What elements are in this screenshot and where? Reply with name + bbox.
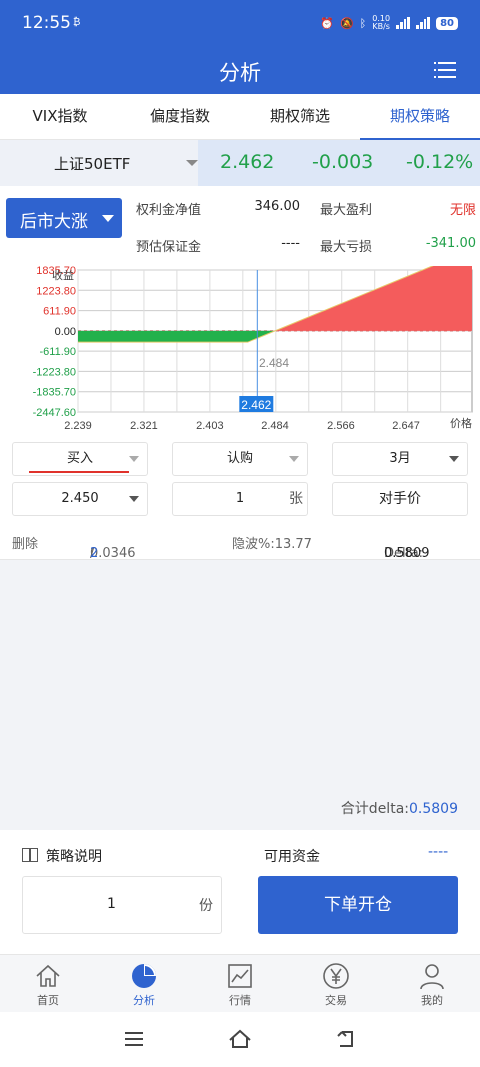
quantity-unit: 张 [289, 491, 303, 507]
y-tick-label: -2447.60 [33, 407, 76, 419]
y-tick-label: 1223.80 [36, 285, 76, 297]
leg-detail-row: 删除 0.0346/2 隐波%:13.77 Delta: 0.5809 [0, 520, 480, 561]
home-icon [36, 964, 60, 987]
price-mode-button[interactable]: 对手价 [332, 482, 468, 516]
nav-analysis[interactable]: 分析 [96, 955, 192, 1012]
underlying-quote: 上证50ETF 2.462 -0.003 -0.12% [0, 140, 480, 186]
x-axis-label: 价格 [450, 416, 472, 430]
caret-down-icon [449, 456, 459, 462]
margin-label: 预估保证金 [136, 240, 202, 255]
x-tick-label: 2.484 [261, 420, 289, 432]
signal-icon [396, 17, 411, 29]
strike-select[interactable]: 2.450 [12, 482, 148, 516]
nav-trade[interactable]: 交易 [288, 955, 384, 1012]
caret-down-icon [186, 160, 198, 166]
side-underline [29, 471, 129, 473]
direction-select[interactable]: 后市大涨 [6, 198, 122, 238]
alarm-icon: ⏰ [320, 16, 334, 30]
network-speed: 0.10 KB/s [372, 14, 391, 31]
caret-down-icon [129, 496, 139, 502]
option-type-select[interactable]: 认购 [172, 442, 308, 476]
status-time: 12:55 [22, 13, 71, 33]
strategy-info: 后市大涨 权利金净值 346.00 预估保证金 ---- 最大盈利 无限 最大亏… [0, 186, 480, 266]
book-icon [22, 848, 38, 862]
funds-label: 可用资金 [264, 849, 320, 865]
y-tick-label: 611.90 [43, 306, 76, 318]
status-icons: ⏰ 🔕 ᛒ 0.10 KB/s 80 [320, 15, 458, 31]
payoff-chart: 1835.70 1223.80 611.90 0.00 -611.90 -1223.80-… [0, 266, 480, 436]
x-tick-label: 2.403 [196, 420, 224, 432]
underlying-name: 上证50ETF [54, 155, 131, 173]
system-nav [0, 1012, 480, 1067]
caret-down-icon [129, 456, 139, 462]
caret-down-icon [102, 215, 114, 222]
y-tick-label: -611.90 [40, 346, 77, 358]
underlying-selector[interactable]: 上证50ETF [0, 140, 198, 186]
x-tick-label: 2.321 [130, 420, 158, 432]
quote-change-pct: -0.12% [406, 151, 474, 173]
x-tick-label: 2.647 [392, 420, 420, 432]
nav-market[interactable]: 行情 [192, 955, 288, 1012]
y-tick-label: 0.00 [55, 326, 76, 338]
y-tick-label: -1223.80 [33, 366, 76, 378]
y-axis-label: 收益 [52, 268, 74, 282]
delete-button[interactable]: 删除 [12, 533, 38, 552]
tab-bar: VIX指数 偏度指数 期权筛选 期权策略 [0, 94, 480, 140]
month-select[interactable]: 3月 [332, 442, 468, 476]
tab-strategy[interactable]: 期权策略 [360, 94, 480, 140]
total-delta: 合计delta:0.5809 [340, 801, 458, 817]
max-loss-value: -341.00 [425, 236, 476, 251]
payoff-chart-svg: 1835.701223.80611.900.00-611.90-1223.80-… [33, 266, 473, 432]
strategy-explain-link[interactable]: 策略说明 [46, 846, 102, 866]
status-bar: 12:55 ₿ ⏰ 🔕 ᛒ 0.10 KB/s 80 [0, 0, 480, 46]
max-profit-label: 最大盈利 [320, 203, 373, 218]
line-chart-icon [228, 964, 252, 988]
loss-area [78, 330, 275, 343]
copies-input[interactable]: 1 份 [22, 876, 222, 934]
user-icon [420, 964, 444, 990]
status-app-icon: ₿ [73, 17, 81, 28]
bluetooth-icon: ᛒ [359, 16, 367, 30]
nav-profile[interactable]: 我的 [384, 955, 480, 1012]
leg-iv: 隐波%:13.77 [232, 537, 312, 552]
copies-unit: 份 [199, 898, 213, 914]
pie-chart-icon [132, 964, 156, 988]
current-price-label: 2.462 [241, 398, 271, 412]
order-panel: 策略说明 可用资金 ---- 1 份 下单开仓 [0, 830, 480, 954]
nav-home[interactable]: 首页 [0, 955, 96, 1012]
submit-order-button[interactable]: 下单开仓 [258, 876, 458, 934]
page-title: 分析 [219, 61, 261, 85]
tab-vix[interactable]: VIX指数 [0, 94, 120, 139]
yen-icon [323, 963, 349, 989]
side-select[interactable]: 买入 [12, 442, 148, 476]
menu-icon[interactable] [434, 60, 456, 80]
signal-icon-2 [416, 17, 431, 29]
premium-value: 346.00 [254, 199, 301, 214]
funds-value: ---- [428, 844, 449, 860]
tab-filter[interactable]: 期权筛选 [240, 94, 360, 139]
tab-skew[interactable]: 偏度指数 [120, 94, 240, 139]
back-icon[interactable] [334, 1028, 358, 1050]
quote-change: -0.003 [312, 151, 374, 173]
premium-label: 权利金净值 [136, 203, 202, 218]
mute-icon: 🔕 [339, 16, 354, 30]
quantity-input[interactable]: 1 张 [172, 482, 308, 516]
order-controls: 买入 认购 3月 2.450 1 张 对手价 [0, 436, 480, 520]
x-tick-label: 2.566 [327, 420, 355, 432]
x-tick-label: 2.239 [64, 420, 92, 432]
max-profit-value: 无限 [449, 203, 476, 218]
app-header: 分析 [0, 46, 480, 94]
margin-value: ---- [281, 236, 300, 251]
home-button-icon[interactable] [228, 1028, 252, 1050]
caret-down-icon [289, 456, 299, 462]
max-loss-label: 最大亏损 [320, 240, 373, 255]
battery-icon: 80 [436, 16, 458, 30]
profit-area [275, 266, 472, 331]
quote-price: 2.462 [220, 151, 275, 173]
breakeven-label: 2.484 [259, 356, 289, 370]
y-tick-label: -1835.70 [33, 387, 76, 399]
bottom-nav: 首页 分析 行情 交易 我的 [0, 954, 480, 1012]
recent-apps-icon[interactable] [122, 1028, 146, 1050]
